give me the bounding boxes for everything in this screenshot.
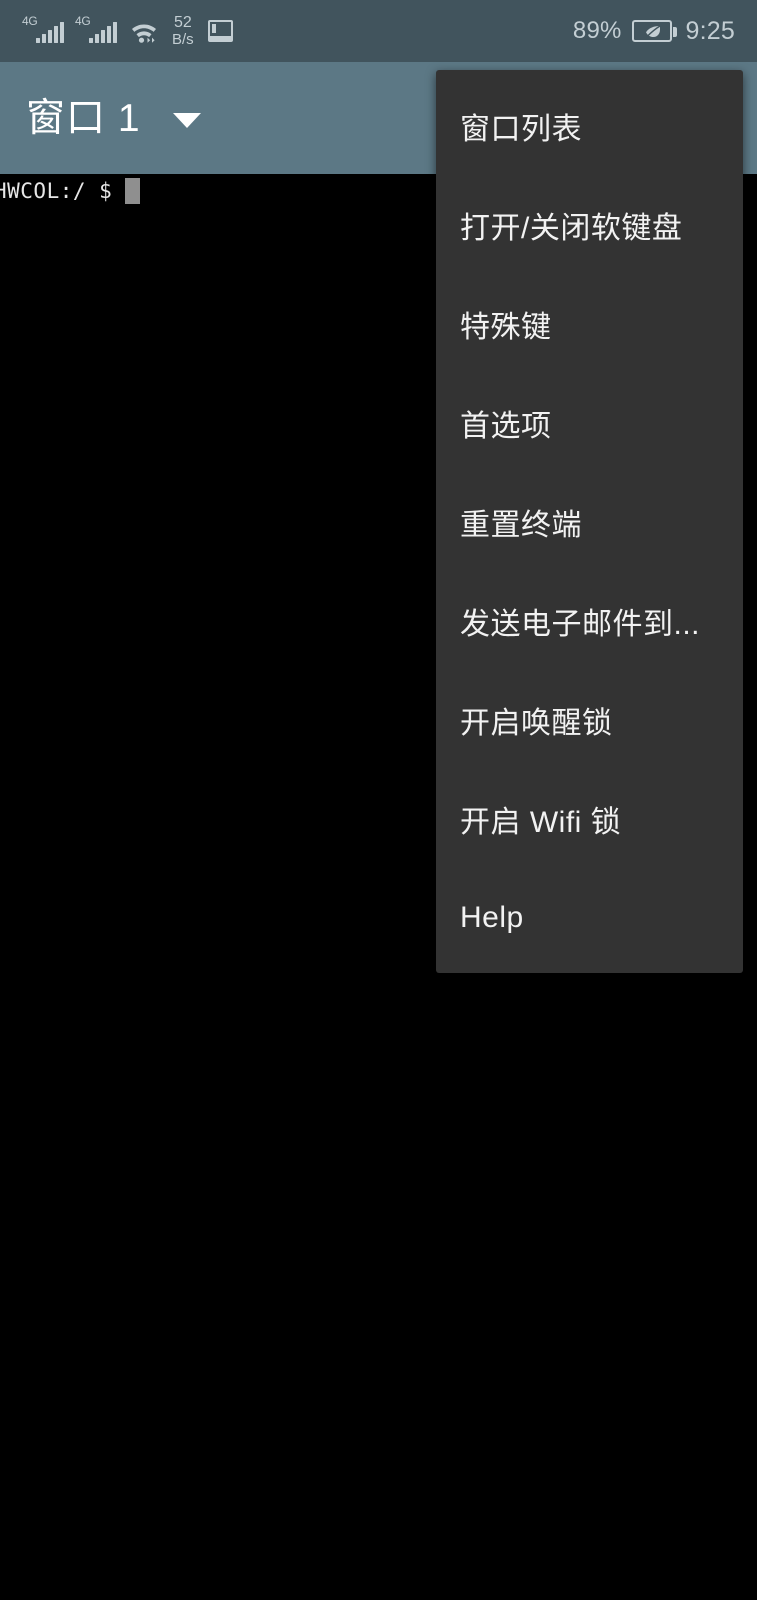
terminal-cursor — [125, 178, 141, 204]
signal-bars-sim1 — [36, 21, 64, 43]
signal-bars-sim2 — [89, 21, 117, 43]
menu-item-window-list[interactable]: 窗口列表 — [436, 76, 743, 175]
network-speed-value: 52 — [173, 14, 192, 32]
menu-item-enable-wake-lock[interactable]: 开启唤醒锁 — [436, 670, 743, 769]
status-bar-clock: 9:25 — [685, 16, 735, 45]
status-bar-right-icons: 89% 9:25 — [573, 17, 735, 46]
overflow-menu[interactable]: 窗口列表 打开/关闭软键盘 特殊键 首选项 重置终端 发送电子邮件到... 开启… — [436, 70, 743, 973]
terminal-prompt-line: HWCOL:/ $ — [0, 178, 141, 204]
menu-item-enable-wifi-lock[interactable]: 开启 Wifi 锁 — [436, 769, 743, 868]
status-bar: 4G 4G 52 B/s 89% 9:25 — [0, 0, 757, 62]
menu-item-reset-terminal[interactable]: 重置终端 — [436, 472, 743, 571]
terminal-prompt-text: HWCOL:/ $ — [0, 179, 113, 203]
signal-bars-icon-sim2: 4G — [75, 15, 117, 46]
battery-power-saving-leaf-icon — [631, 20, 677, 42]
menu-item-help[interactable]: Help — [436, 868, 743, 967]
status-bar-left-icons: 4G 4G 52 B/s — [22, 14, 233, 48]
signal-bars-icon-sim1: 4G — [22, 15, 64, 46]
menu-item-toggle-soft-keyboard[interactable]: 打开/关闭软键盘 — [436, 175, 743, 274]
phone-screen: 4G 4G 52 B/s 89% 9:25 窗口 1 HWCOL:/ $ 窗口列… — [0, 0, 757, 1600]
menu-item-send-email-to[interactable]: 发送电子邮件到... — [436, 571, 743, 670]
wifi-icon — [128, 17, 160, 45]
menu-item-preferences[interactable]: 首选项 — [436, 373, 743, 472]
network-speed-unit: B/s — [172, 30, 194, 48]
menu-item-special-keys[interactable]: 特殊键 — [436, 274, 743, 373]
chevron-down-icon[interactable] — [172, 112, 201, 128]
network-speed-indicator: 52 B/s — [172, 14, 194, 48]
window-title[interactable]: 窗口 1 — [26, 99, 141, 138]
battery-percentage-label: 89% — [572, 17, 622, 44]
terminal-notification-icon — [207, 19, 233, 42]
